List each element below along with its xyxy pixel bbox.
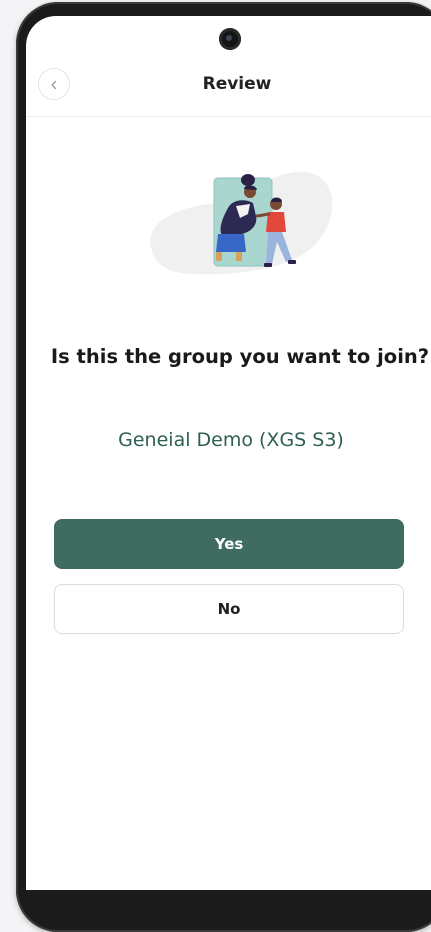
- phone-frame: Review Is this the group you want to joi…: [16, 2, 431, 932]
- group-name-label: Geneial Demo (XGS S3): [118, 429, 344, 451]
- no-button-label: No: [217, 600, 241, 618]
- top-bar: Review: [26, 62, 431, 117]
- page-title: Review: [202, 74, 272, 94]
- confirm-question: Is this the group you want to join?: [50, 345, 430, 368]
- yes-button[interactable]: Yes: [54, 519, 404, 569]
- front-camera-icon: [219, 28, 241, 50]
- phone-bottom-bezel: [26, 890, 431, 912]
- no-button[interactable]: No: [54, 584, 404, 634]
- app-screen: Review Is this the group you want to joi…: [26, 16, 431, 912]
- parent-child-illustration-icon: [132, 156, 333, 286]
- yes-button-label: Yes: [214, 535, 244, 553]
